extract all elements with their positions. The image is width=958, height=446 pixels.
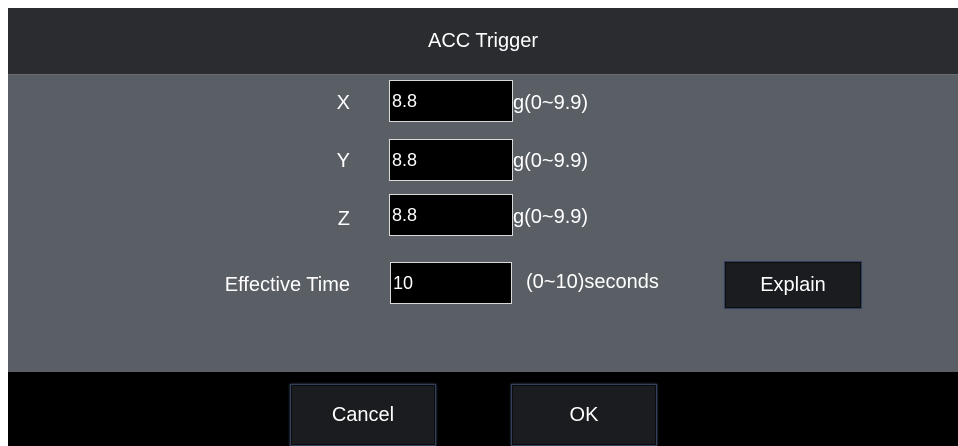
z-threshold-input[interactable]	[389, 194, 513, 236]
x-unit-label: g(0~9.9)	[513, 92, 589, 114]
z-unit-label: g(0~9.9)	[513, 206, 589, 228]
acc-trigger-dialog: ACC Trigger X g(0~9.9) Y g(0~9.9) Z g(0~…	[8, 8, 958, 446]
dialog-footer: Cancel OK	[8, 372, 958, 446]
explain-button[interactable]: Explain	[724, 261, 862, 309]
x-threshold-input[interactable]	[389, 80, 513, 122]
dialog-title: ACC Trigger	[427, 29, 539, 52]
y-threshold-input[interactable]	[389, 139, 513, 181]
ok-button[interactable]: OK	[511, 384, 657, 446]
effective-time-label: Effective Time	[224, 274, 350, 296]
effective-time-unit-label: (0~10)seconds	[526, 271, 659, 293]
effective-time-input[interactable]	[390, 262, 512, 304]
y-unit-label: g(0~9.9)	[513, 150, 589, 172]
z-label: Z	[337, 208, 350, 230]
x-label: X	[336, 92, 350, 114]
y-label: Y	[336, 150, 350, 172]
dialog-title-bar: ACC Trigger	[8, 8, 958, 75]
cancel-button[interactable]: Cancel	[290, 384, 436, 446]
